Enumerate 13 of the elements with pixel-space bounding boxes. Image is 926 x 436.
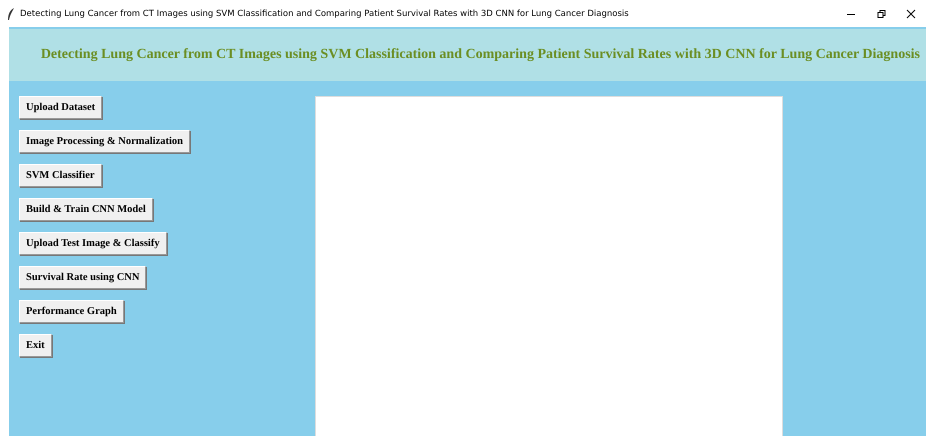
action-button[interactable]: Build & Train CNN Model [19, 198, 153, 221]
restore-icon[interactable] [875, 8, 887, 20]
feather-icon [7, 8, 15, 20]
app-title: Detecting Lung Cancer from CT Images using SVM Classification and Comparing Patient Survival Rates with 3D CNN for Lung Cancer Diagnosis [40, 47, 920, 63]
action-button[interactable]: SVM Classifier [19, 164, 102, 187]
action-button[interactable]: Performance Graph [19, 300, 124, 323]
action-button[interactable]: Survival Rate using CNN [19, 266, 146, 289]
action-button[interactable]: Image Processing & Normalization [19, 130, 190, 153]
window-title: Detecting Lung Cancer from CT Images using SVM Classification and Comparing Patient Survival Rates with 3D CNN for Lung Cancer Diagnosis [20, 8, 630, 18]
action-button[interactable]: Upload Dataset [19, 96, 102, 119]
action-button[interactable]: Upload Test Image & Classify [19, 232, 167, 255]
action-button[interactable]: Exit [19, 334, 52, 357]
close-icon[interactable] [905, 8, 917, 20]
